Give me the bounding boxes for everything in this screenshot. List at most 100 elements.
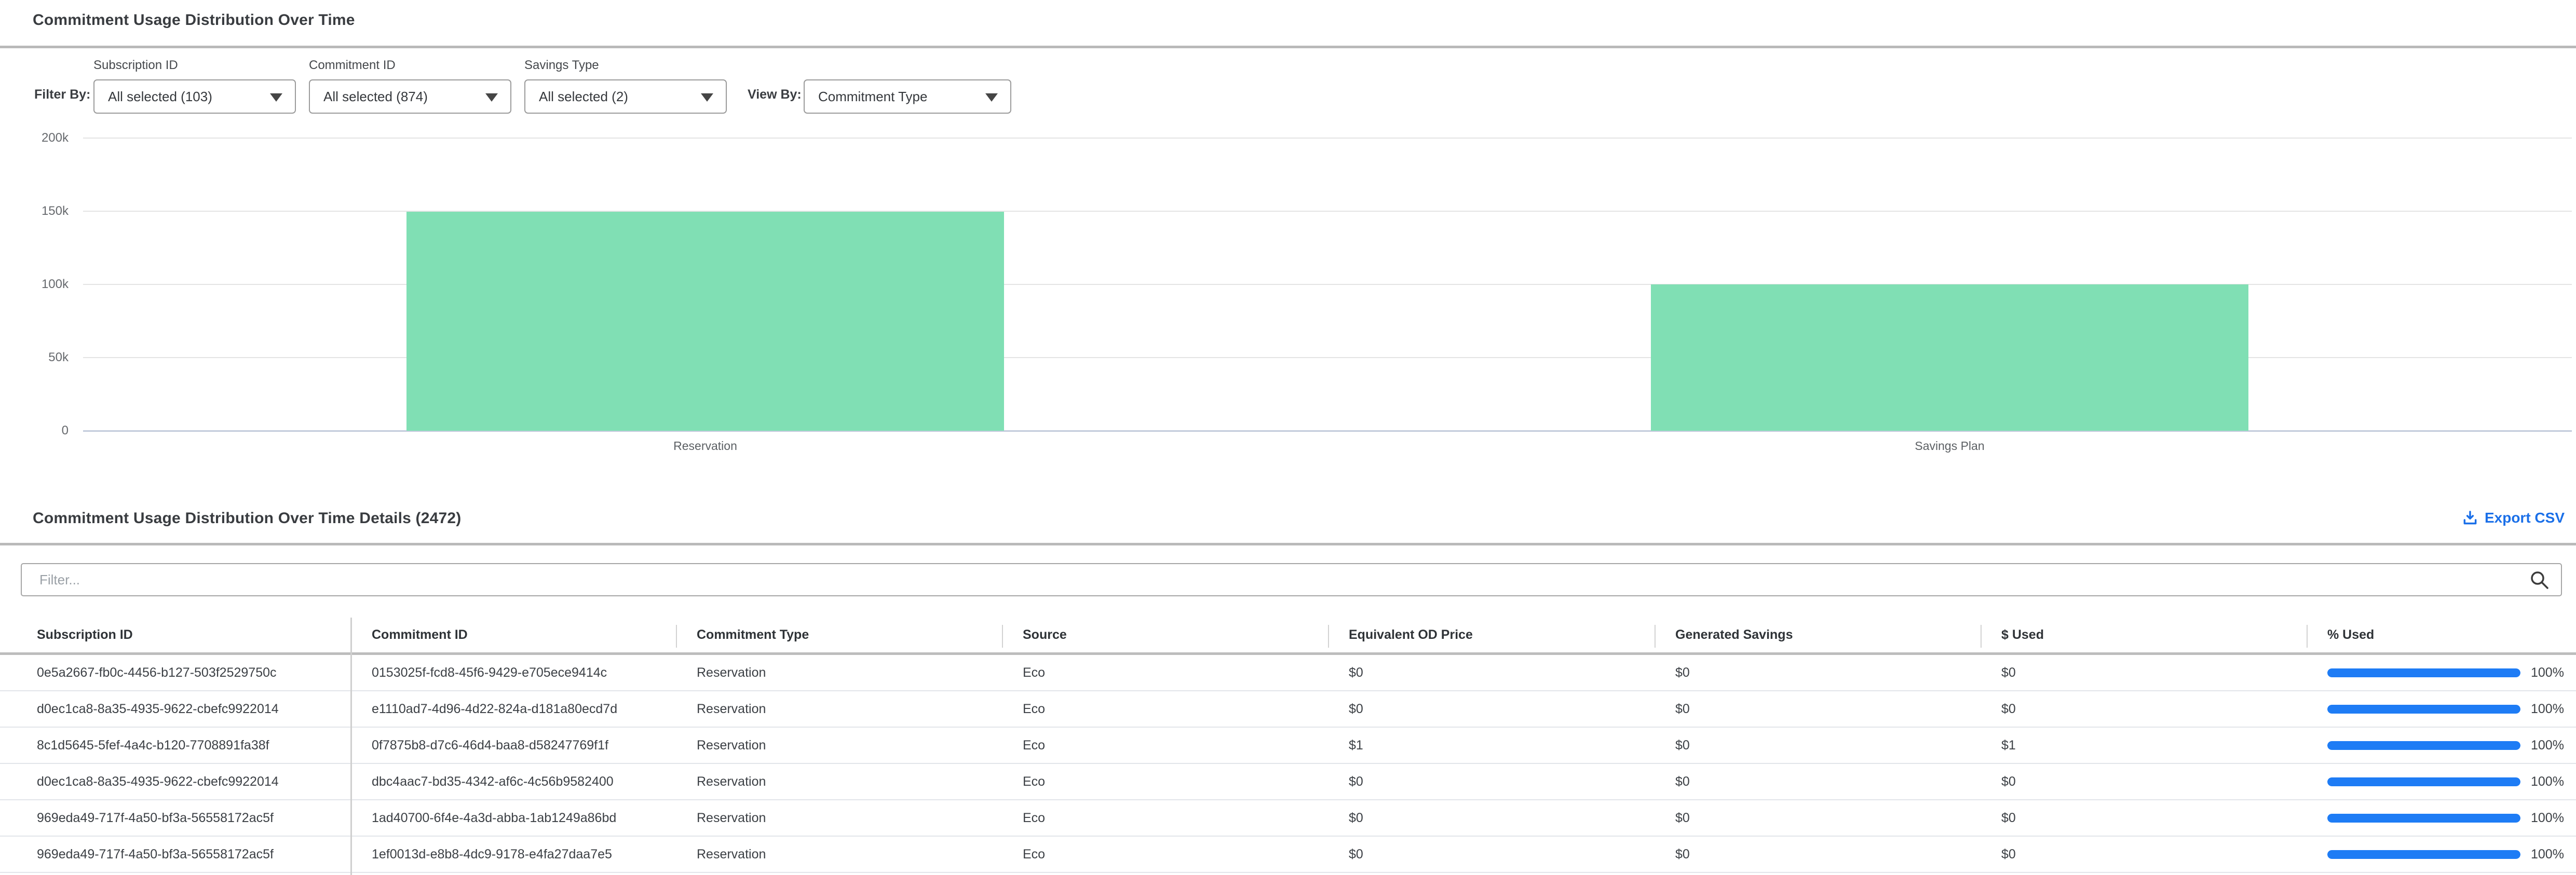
y-axis-tick-label: 150k bbox=[6, 204, 69, 218]
cell-generated-savings: $0 bbox=[1655, 774, 1981, 789]
x-axis-category-label: Savings Plan bbox=[1915, 439, 1984, 453]
table-header-row: Subscription IDCommitment IDCommitment T… bbox=[0, 618, 2576, 655]
cell-pct-used: 100% bbox=[2307, 738, 2576, 753]
usage-progress-bar bbox=[2327, 850, 2520, 859]
cell-generated-savings: $0 bbox=[1655, 702, 1981, 717]
cell-dollar-used: $0 bbox=[1981, 665, 2307, 680]
table-filter-input[interactable] bbox=[21, 563, 2562, 596]
cell-equivalent-od-price: $0 bbox=[1328, 702, 1655, 717]
col-header-used[interactable]: % Used bbox=[2307, 618, 2576, 652]
table-row: d0ec1ca8-8a35-4935-9622-cbefc9922014 dbc… bbox=[0, 764, 2576, 800]
table-row: 969eda49-717f-4a50-bf3a-56558172ac5f 1ad… bbox=[0, 800, 2576, 837]
cell-dollar-used: $0 bbox=[1981, 702, 2307, 717]
filter-dropdown-group: Commitment ID All selected (874) bbox=[309, 58, 511, 114]
y-axis-tick-label: 200k bbox=[6, 131, 69, 145]
cell-commitment-type: Reservation bbox=[676, 774, 1002, 789]
col-header-equivalent-od-price[interactable]: Equivalent OD Price bbox=[1328, 618, 1655, 652]
pct-used-value: 100% bbox=[2531, 811, 2564, 826]
cell-source: Eco bbox=[1002, 811, 1328, 826]
col-header-subscription-id[interactable]: Subscription ID bbox=[0, 618, 351, 652]
chevron-down-icon bbox=[270, 93, 282, 102]
filter-dropdown-label: Savings Type bbox=[524, 58, 727, 74]
filter-dropdown-value: All selected (874) bbox=[323, 89, 428, 105]
cell-pct-used: 100% bbox=[2307, 847, 2576, 862]
search-icon bbox=[2529, 569, 2550, 593]
table-body: 0e5a2667-fb0c-4456-b127-503f2529750c 015… bbox=[0, 655, 2576, 873]
details-section-title: Commitment Usage Distribution Over Time … bbox=[33, 510, 461, 527]
dashboard-page: Commitment Usage Distribution Over Time … bbox=[0, 0, 2576, 875]
bar-reservation[interactable] bbox=[406, 212, 1004, 431]
usage-progress-bar bbox=[2327, 777, 2520, 786]
filter-dropdown-group: Savings Type All selected (2) bbox=[524, 58, 727, 114]
pct-used-value: 100% bbox=[2531, 738, 2564, 753]
cell-subscription-id: d0ec1ca8-8a35-4935-9622-cbefc9922014 bbox=[0, 702, 351, 717]
y-axis-tick-label: 100k bbox=[6, 277, 69, 292]
section-divider bbox=[0, 46, 2576, 48]
filter-dropdown-savings-type[interactable]: All selected (2) bbox=[524, 79, 727, 114]
cell-commitment-id: 1ef0013d-e8b8-4dc9-9178-e4fa27daa7e5 bbox=[351, 847, 676, 862]
cell-generated-savings: $0 bbox=[1655, 811, 1981, 826]
pct-used-value: 100% bbox=[2531, 774, 2564, 789]
cell-subscription-id: 969eda49-717f-4a50-bf3a-56558172ac5f bbox=[0, 811, 351, 826]
table-row: d0ec1ca8-8a35-4935-9622-cbefc9922014 e11… bbox=[0, 691, 2576, 728]
col-header-used[interactable]: $ Used bbox=[1981, 618, 2307, 652]
cell-commitment-type: Reservation bbox=[676, 702, 1002, 717]
cell-commitment-type: Reservation bbox=[676, 665, 1002, 680]
usage-progress-fill bbox=[2327, 705, 2520, 714]
usage-progress-bar bbox=[2327, 705, 2520, 714]
usage-progress-bar bbox=[2327, 668, 2520, 677]
cell-subscription-id: 0e5a2667-fb0c-4456-b127-503f2529750c bbox=[0, 665, 351, 680]
cell-pct-used: 100% bbox=[2307, 774, 2576, 789]
cell-equivalent-od-price: $0 bbox=[1328, 811, 1655, 826]
view-by-dropdown[interactable]: Commitment Type bbox=[804, 79, 1011, 114]
cell-source: Eco bbox=[1002, 847, 1328, 862]
filter-dropdown-value: All selected (2) bbox=[539, 89, 628, 105]
filter-dropdowns: Subscription ID All selected (103) Commi… bbox=[93, 58, 727, 114]
col-header-commitment-id[interactable]: Commitment ID bbox=[351, 618, 676, 652]
pct-used-value: 100% bbox=[2531, 847, 2564, 862]
cell-subscription-id: 969eda49-717f-4a50-bf3a-56558172ac5f bbox=[0, 847, 351, 862]
table-filter bbox=[21, 563, 2562, 596]
view-by-group: Commitment Type bbox=[804, 79, 1011, 114]
cell-equivalent-od-price: $0 bbox=[1328, 665, 1655, 680]
filter-dropdown-commitment-id[interactable]: All selected (874) bbox=[309, 79, 511, 114]
view-by-value: Commitment Type bbox=[818, 89, 927, 105]
usage-progress-fill bbox=[2327, 850, 2520, 859]
cell-commitment-id: 1ad40700-6f4e-4a3d-abba-1ab1249a86bd bbox=[351, 811, 676, 826]
cell-commitment-id: e1110ad7-4d96-4d22-824a-d181a80ecd7d bbox=[351, 702, 676, 717]
col-header-source[interactable]: Source bbox=[1002, 618, 1328, 652]
filter-by-label: Filter By: bbox=[34, 87, 90, 102]
chart-section-title: Commitment Usage Distribution Over Time bbox=[33, 11, 355, 29]
cell-equivalent-od-price: $0 bbox=[1328, 847, 1655, 862]
grid-line bbox=[83, 138, 2572, 139]
cell-pct-used: 100% bbox=[2307, 665, 2576, 680]
cell-subscription-id: d0ec1ca8-8a35-4935-9622-cbefc9922014 bbox=[0, 774, 351, 789]
pinned-column-divider bbox=[350, 618, 352, 875]
cell-subscription-id: 8c1d5645-5fef-4a4c-b120-7708891fa38f bbox=[0, 738, 351, 753]
cell-generated-savings: $0 bbox=[1655, 665, 1981, 680]
col-header-generated-savings[interactable]: Generated Savings bbox=[1655, 618, 1981, 652]
cell-commitment-id: dbc4aac7-bd35-4342-af6c-4c56b9582400 bbox=[351, 774, 676, 789]
table-row: 969eda49-717f-4a50-bf3a-56558172ac5f 1ef… bbox=[0, 837, 2576, 873]
pct-used-value: 100% bbox=[2531, 702, 2564, 717]
download-icon bbox=[2462, 510, 2478, 526]
usage-progress-fill bbox=[2327, 814, 2520, 823]
cell-dollar-used: $0 bbox=[1981, 847, 2307, 862]
col-header-commitment-type[interactable]: Commitment Type bbox=[676, 618, 1002, 652]
cell-generated-savings: $0 bbox=[1655, 738, 1981, 753]
filter-dropdown-label: Subscription ID bbox=[93, 58, 296, 74]
cell-commitment-type: Reservation bbox=[676, 738, 1002, 753]
cell-source: Eco bbox=[1002, 702, 1328, 717]
chart-plot: 200k150k100k50k0ReservationSavings Plan bbox=[83, 138, 2572, 431]
export-csv-button[interactable]: Export CSV bbox=[2462, 510, 2565, 526]
view-by-label: View By: bbox=[748, 87, 802, 102]
cell-commitment-id: 0153025f-fcd8-45f6-9429-e705ece9414c bbox=[351, 665, 676, 680]
filter-dropdown-subscription-id[interactable]: All selected (103) bbox=[93, 79, 296, 114]
bar-savings-plan[interactable] bbox=[1651, 284, 2248, 431]
x-axis-category-label: Reservation bbox=[673, 439, 737, 453]
chevron-down-icon bbox=[485, 93, 498, 102]
cell-pct-used: 100% bbox=[2307, 811, 2576, 826]
chevron-down-icon bbox=[701, 93, 713, 102]
usage-progress-fill bbox=[2327, 777, 2520, 786]
cell-source: Eco bbox=[1002, 774, 1328, 789]
